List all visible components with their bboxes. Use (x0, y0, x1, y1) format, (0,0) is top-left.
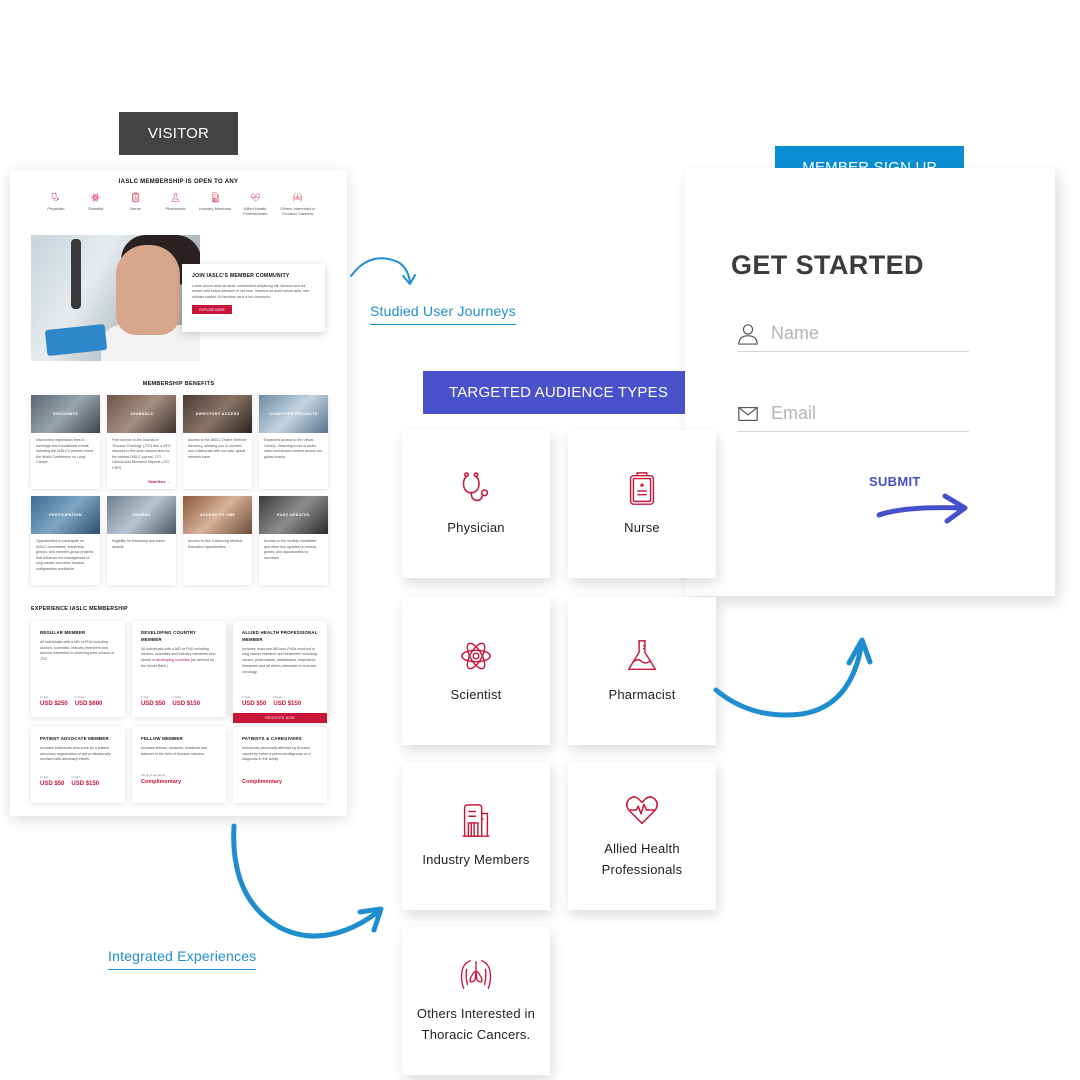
heart-pulse-icon (250, 192, 261, 203)
membership-card-patients-caregivers[interactable]: PATIENTS & CAREGIVERS Individuals person… (233, 727, 327, 803)
join-community-card: JOIN IASLC'S MEMBER COMMUNITY Lorem ipsu… (182, 264, 325, 332)
benefits-grid-row-2: PARTICIPATION Opportunities to participat… (31, 496, 328, 585)
signup-panel: GET STARTED SUBMIT (685, 168, 1055, 596)
studied-user-journeys-label: Studied User Journeys (370, 303, 516, 325)
curved-arrow-icon (231, 823, 384, 939)
integrated-experiences-label: Integrated Experiences (108, 948, 257, 970)
audience-card-others[interactable]: Others Interested in Thoracic Cancers. (402, 927, 550, 1075)
get-started-title: GET STARTED (731, 250, 924, 280)
price-1-year: USD $250 (40, 701, 68, 707)
audience-card-scientist[interactable]: Scientist (402, 597, 550, 745)
hero-image (31, 235, 200, 361)
price-2-years: USD $150 (273, 701, 302, 707)
email-field[interactable] (737, 396, 969, 432)
benefit-card[interactable]: EASY UPDATES Access to the monthly newsle… (259, 496, 328, 585)
benefit-card[interactable]: AWARDS Eligibility for fellowship and tra… (107, 496, 176, 585)
join-title: JOIN IASLC'S MEMBER COMMUNITY (192, 273, 290, 279)
mini-audience-nurse[interactable]: Nurse (118, 192, 154, 216)
membership-card-regular[interactable]: REGULAR MEMBER All individuals with a MD… (31, 621, 125, 717)
membership-grid-row-2: PATIENT ADVOCATE MEMBER Includes individ… (31, 727, 327, 803)
atom-icon (457, 637, 495, 675)
building-icon (457, 802, 495, 840)
name-field[interactable] (737, 316, 969, 352)
building-icon (210, 192, 221, 203)
membership-card-allied[interactable]: ALLIED HEALTH PROFESSIONAL MEMBER Includ… (233, 621, 327, 723)
heart-pulse-icon (623, 791, 661, 829)
mini-audience-scientist[interactable]: Scientist (78, 192, 114, 216)
stethoscope-icon (50, 192, 61, 203)
mini-audience-allied[interactable]: Allied Health Professionals (237, 192, 273, 216)
mini-audience-industry[interactable]: Industry Members (197, 192, 233, 216)
open-to-any-title: IASLC MEMBERSHIP IS OPEN TO ANY (118, 179, 239, 185)
lungs-icon (292, 192, 303, 203)
benefit-card[interactable]: DIRECTORY ACCESS Access to the IASLC Onli… (183, 395, 252, 489)
price-1-year: USD $50 (40, 781, 65, 787)
clipboard-icon (130, 192, 141, 203)
atom-icon (90, 192, 101, 203)
flask-icon (170, 192, 181, 203)
stethoscope-icon (457, 470, 495, 508)
benefits-grid-row-1: DISCOUNTS Discounted registration fees to… (31, 395, 328, 489)
mail-icon (737, 403, 759, 425)
curved-arrow-icon (350, 257, 416, 285)
membership-card-fellow[interactable]: FELLOW MEMBER Includes fellows, students… (132, 727, 226, 803)
register-now-button[interactable]: REGISTER NOW (233, 713, 327, 723)
visitor-tag: VISITOR (119, 112, 238, 155)
complimentary-label: Complimentary (242, 779, 283, 785)
price-2-years: USD $600 (74, 701, 103, 707)
read-more-link[interactable]: Read More → (148, 480, 176, 489)
complimentary-label: Complimentary (141, 779, 182, 785)
lungs-icon (457, 956, 495, 994)
mini-audience-row: Physician Scientist Nurse Pharmacist Ind… (10, 192, 347, 216)
mini-audience-physician[interactable]: Physician (38, 192, 74, 216)
visitor-page-mockup: IASLC MEMBERSHIP IS OPEN TO ANY Physicia… (10, 170, 347, 816)
membership-grid-row-1: REGULAR MEMBER All individuals with a MD… (31, 621, 327, 723)
submit-button[interactable]: SUBMIT (869, 474, 921, 489)
flask-icon (623, 637, 661, 675)
clipboard-icon (623, 470, 661, 508)
audience-card-allied-health[interactable]: Allied Health Professionals (568, 762, 716, 910)
join-body: Lorem ipsum dolor sit amet, consectetur … (192, 284, 310, 299)
membership-card-patient-advocate[interactable]: PATIENT ADVOCATE MEMBER Includes individ… (31, 727, 125, 803)
price-1-year: USD $50 (141, 701, 166, 707)
benefit-card[interactable]: COMPUTER PROJECTS Expanded access to the … (259, 395, 328, 489)
membership-card-developing[interactable]: DEVELOPING COUNTRY MEMBER All individual… (132, 621, 226, 717)
audience-card-pharmacist[interactable]: Pharmacist (568, 597, 716, 745)
email-input[interactable] (771, 403, 951, 424)
name-input[interactable] (771, 323, 951, 344)
benefit-card[interactable]: DISCOUNTS Discounted registration fees to… (31, 395, 100, 489)
price-2-years: USD $150 (71, 781, 100, 787)
experience-title: EXPERIENCE IASLC MEMBERSHIP (31, 606, 128, 612)
benefits-title: MEMBERSHIP BENEFITS (142, 381, 215, 387)
benefit-card[interactable]: PARTICIPATION Opportunities to participat… (31, 496, 100, 585)
mini-audience-others[interactable]: Others Interested in Thoracic Cancers. (277, 192, 319, 216)
user-icon (737, 323, 759, 345)
curved-arrow-icon (713, 637, 873, 718)
price-2-years: USD $150 (172, 701, 201, 707)
developing-countries-link[interactable]: developing countries (156, 658, 190, 662)
benefit-card[interactable]: JOURNALS Free access to the Journal of Th… (107, 395, 176, 489)
submit-arrow-icon[interactable] (875, 488, 970, 528)
price-1-year: USD $50 (242, 701, 267, 707)
audience-card-physician[interactable]: Physician (402, 430, 550, 578)
benefit-card[interactable]: ACCESS TO CME Access to free Continuing M… (183, 496, 252, 585)
explore-more-button[interactable]: EXPLORE MORE (192, 305, 232, 315)
audience-card-industry[interactable]: Industry Members (402, 762, 550, 910)
audience-card-nurse[interactable]: Nurse (568, 430, 716, 578)
mini-audience-pharmacist[interactable]: Pharmacist (157, 192, 193, 216)
targeted-audience-tag: TARGETED AUDIENCE TYPES (423, 371, 694, 414)
